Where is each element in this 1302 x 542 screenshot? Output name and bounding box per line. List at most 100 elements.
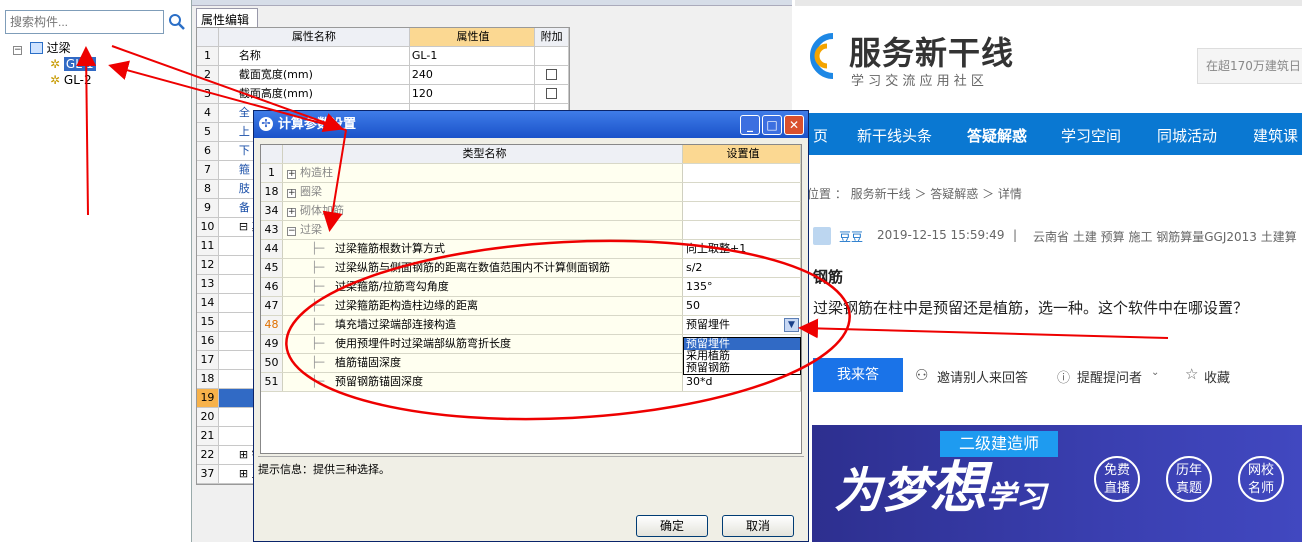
- close-icon[interactable]: ✕: [784, 115, 804, 135]
- tree-line-icon: ├─: [311, 356, 325, 369]
- nav-item-courses[interactable]: 建筑课: [1253, 125, 1298, 146]
- nav-item-headlines[interactable]: 新干线头条: [857, 125, 932, 146]
- property-row[interactable]: 3 截面高度(mm) 120: [197, 85, 569, 104]
- nav-item-events[interactable]: 同城活动: [1157, 125, 1217, 146]
- nav-item-home[interactable]: 页: [813, 125, 828, 146]
- author-link[interactable]: 豆豆: [839, 228, 863, 245]
- extra-checkbox-cell[interactable]: [535, 66, 569, 84]
- row-number: 8: [197, 180, 219, 198]
- row-number: 47: [261, 297, 283, 315]
- collapse-icon[interactable]: −: [287, 227, 296, 236]
- banner-text-2: 想: [930, 456, 987, 521]
- property-value[interactable]: GL-1: [410, 47, 536, 65]
- nav-item-study[interactable]: 学习空间: [1061, 125, 1121, 146]
- tree-line-icon: ├─: [311, 337, 325, 350]
- header-extra: 附加: [535, 28, 570, 46]
- setting-row[interactable]: 46 ├─ 过梁箍筋/拉筋弯勾角度 135°: [261, 278, 801, 297]
- question-tags: 云南省 土建 预算 施工 钢筋算量GGJ2013 土建算: [1033, 230, 1297, 244]
- ok-button[interactable]: 确定: [636, 515, 708, 537]
- expand-icon[interactable]: +: [287, 170, 296, 179]
- row-number: 44: [261, 240, 283, 258]
- favorite-link[interactable]: 收藏: [1204, 367, 1230, 386]
- checkbox[interactable]: [546, 69, 558, 80]
- invite-user-icon: ⚇: [915, 366, 929, 384]
- setting-name: 植筋锚固深度: [335, 356, 401, 369]
- row-number: 18: [197, 370, 219, 388]
- setting-value-text: s/2: [686, 261, 703, 274]
- setting-row[interactable]: 18 + 圈梁: [261, 183, 801, 202]
- setting-value[interactable]: 预留埋件 ▼: [683, 316, 801, 334]
- extra-checkbox-cell[interactable]: [535, 85, 569, 103]
- setting-row[interactable]: 34 + 砌体加筋: [261, 202, 801, 221]
- property-value[interactable]: 120: [410, 85, 536, 103]
- setting-row[interactable]: 51 ├─ 预留钢筋锚固深度 30*d: [261, 373, 801, 392]
- maximize-icon[interactable]: □: [762, 115, 782, 135]
- tree-item-gl1[interactable]: ✲ GL-1: [50, 56, 96, 72]
- setting-row[interactable]: 48 ├─ 填充墙过梁端部连接构造 预留埋件 ▼: [261, 316, 801, 335]
- logo-title: 服务新干线: [849, 34, 1015, 72]
- circle-line: 名师: [1247, 481, 1274, 496]
- row-number: 45: [261, 259, 283, 277]
- setting-name-cell: + 构造柱: [283, 164, 683, 182]
- row-number: 21: [197, 427, 219, 445]
- setting-name: 使用预埋件时过梁端部纵筋弯折长度: [335, 337, 511, 350]
- expand-icon[interactable]: +: [287, 189, 296, 198]
- collapse-icon[interactable]: −: [13, 46, 22, 55]
- row-number: 17: [197, 351, 219, 369]
- tab-property-edit[interactable]: 属性编辑: [196, 8, 258, 27]
- logo-subtitle: 学 习 交 流 应 用 社 区: [851, 74, 984, 89]
- site-search-input[interactable]: 在超170万建筑日: [1197, 48, 1302, 84]
- row-number: 13: [197, 275, 219, 293]
- setting-name: 过梁: [300, 223, 322, 236]
- row-number: 22: [197, 446, 219, 464]
- setting-value[interactable]: [683, 221, 801, 239]
- minimize-icon[interactable]: _: [740, 115, 760, 135]
- promo-banner[interactable]: 二级建造师 为梦想学习 免费 直播 历年 真题 网校 名师: [812, 425, 1302, 542]
- setting-value-text: 50: [686, 299, 700, 312]
- setting-row[interactable]: 1 + 构造柱: [261, 164, 801, 183]
- row-number: 19: [197, 389, 219, 407]
- setting-row[interactable]: 43− 过梁: [261, 221, 801, 240]
- setting-name: 过梁纵筋与侧面钢筋的距离在数值范围内不计算侧面钢筋: [335, 261, 610, 274]
- row-number: 12: [197, 256, 219, 274]
- setting-name: 圈梁: [300, 185, 322, 198]
- setting-row[interactable]: 45 ├─ 过梁纵筋与侧面钢筋的距离在数值范围内不计算侧面钢筋 s/2: [261, 259, 801, 278]
- tree-root-label: 过梁: [46, 41, 71, 55]
- dropdown-option[interactable]: 预留钢筋: [684, 362, 800, 374]
- property-row[interactable]: 1 名称 GL-1: [197, 47, 569, 66]
- connection-type-dropdown-list[interactable]: 预留埋件 采用植筋 预留钢筋: [683, 337, 801, 375]
- tree-line-icon: ├─: [311, 242, 325, 255]
- setting-row[interactable]: 44 ├─ 过梁箍筋根数计算方式 向上取整+1: [261, 240, 801, 259]
- nav-item-qa[interactable]: 答疑解惑: [967, 125, 1027, 146]
- setting-value[interactable]: 50: [683, 297, 801, 315]
- component-search-input[interactable]: [5, 10, 164, 34]
- dialog-title-bar[interactable]: ✢ 计算参数设置 _ □ ✕: [254, 111, 808, 138]
- chevron-down-icon[interactable]: ▼: [784, 318, 799, 332]
- cancel-button[interactable]: 取消: [722, 515, 794, 537]
- row-number: 3: [197, 85, 219, 103]
- tree-root-node[interactable]: − 过梁: [13, 40, 71, 56]
- row-number: 6: [197, 142, 219, 160]
- setting-value[interactable]: [683, 202, 801, 220]
- setting-value[interactable]: [683, 164, 801, 182]
- checkbox[interactable]: [546, 88, 558, 99]
- tree-item-gl2[interactable]: ✲ GL-2: [50, 72, 92, 88]
- row-number: 1: [261, 164, 283, 182]
- setting-row[interactable]: 47 ├─ 过梁箍筋距构造柱边缘的距离 50: [261, 297, 801, 316]
- setting-value[interactable]: 135°: [683, 278, 801, 296]
- setting-value[interactable]: [683, 183, 801, 201]
- property-row[interactable]: 2 截面宽度(mm) 240: [197, 66, 569, 85]
- component-gear-icon: ✲: [50, 57, 61, 71]
- banner-circle-exam: 历年 真题: [1166, 456, 1212, 502]
- answer-button[interactable]: 我来答: [813, 358, 903, 392]
- invite-link[interactable]: 邀请别人来回答: [937, 367, 1028, 386]
- setting-value[interactable]: 30*d: [683, 373, 801, 391]
- setting-value[interactable]: s/2: [683, 259, 801, 277]
- property-value[interactable]: 240: [410, 66, 536, 84]
- remind-link[interactable]: 提醒提问者: [1077, 367, 1142, 386]
- extra-checkbox-cell[interactable]: [535, 47, 569, 65]
- expand-icon[interactable]: +: [287, 208, 296, 217]
- search-icon[interactable]: [166, 11, 188, 33]
- setting-value[interactable]: 向上取整+1: [683, 240, 801, 258]
- banner-headline: 为梦想学习: [834, 443, 1046, 524]
